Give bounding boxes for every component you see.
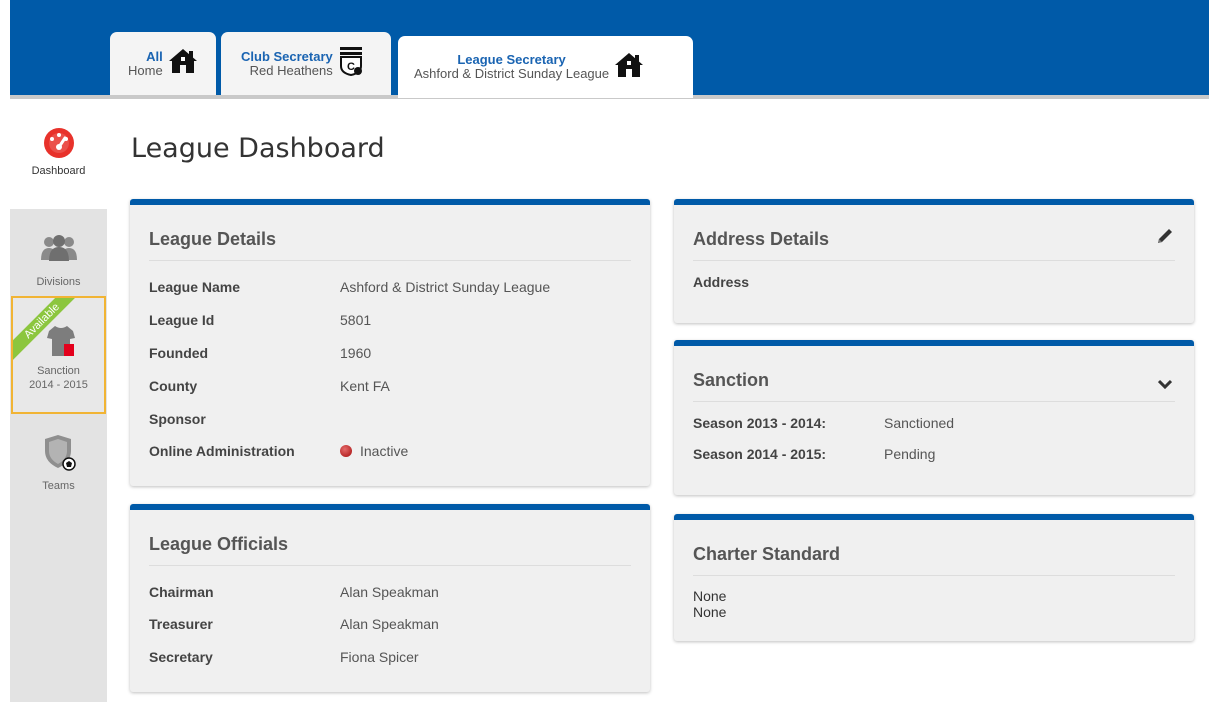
panel-title: Address Details xyxy=(693,229,830,249)
divider xyxy=(149,565,631,566)
tab-all-line2: Home xyxy=(128,62,163,78)
detail-row: Online Administration Inactive xyxy=(149,443,408,459)
tab-club-line1: Club Secretary xyxy=(241,48,333,64)
official-role: Treasurer xyxy=(149,616,213,632)
sanction-panel: Sanction Season 2013 - 2014: Sanctioned … xyxy=(674,340,1194,495)
sanction-status: Sanctioned xyxy=(884,415,955,431)
address-row: Address xyxy=(693,274,884,290)
sidebar: Dashboard Divisions Available Sanction 2… xyxy=(10,99,107,702)
detail-key: League Name xyxy=(149,279,241,295)
charter-value: None xyxy=(693,604,727,620)
inactive-status-dot-icon xyxy=(340,445,352,457)
panel-title: Sanction xyxy=(693,370,770,390)
panel-title: Charter Standard xyxy=(693,544,841,564)
sidebar-item-sanction[interactable]: Available Sanction 2014 - 2015 xyxy=(11,296,106,414)
tab-all-line1: All xyxy=(146,48,163,64)
divider xyxy=(693,260,1175,261)
sanction-label-line1: Sanction xyxy=(37,365,80,377)
sidebar-item-teams[interactable]: Teams xyxy=(10,434,107,504)
tab-club-text: Club Secretary Red Heathens xyxy=(241,48,333,78)
tab-league-secretary[interactable]: League Secretary Ashford & District Sund… xyxy=(398,36,693,98)
sidebar-item-label: Sanction 2014 - 2015 xyxy=(13,364,104,392)
sanction-status: Pending xyxy=(884,446,936,462)
official-name: Alan Speakman xyxy=(340,584,439,600)
official-name: Fiona Spicer xyxy=(340,649,419,665)
detail-key: County xyxy=(149,378,198,394)
tab-league-line1: League Secretary xyxy=(457,52,566,67)
svg-text:C: C xyxy=(347,61,355,73)
charter-value: None xyxy=(693,588,727,604)
panel-title: League Details xyxy=(149,229,277,249)
edit-pencil-icon[interactable] xyxy=(1156,227,1174,250)
sanction-row: Season 2014 - 2015: Pending xyxy=(693,446,935,462)
detail-row: County Kent FA xyxy=(149,378,390,394)
divider xyxy=(693,575,1175,576)
detail-key: Founded xyxy=(149,345,209,361)
online-admin-status: Inactive xyxy=(340,443,408,459)
detail-row: League Name Ashford & District Sunday Le… xyxy=(149,279,550,295)
league-officials-panel: League Officials Chairman Alan Speakman … xyxy=(130,504,650,692)
dashboard-gauge-icon xyxy=(44,128,74,158)
divider xyxy=(693,401,1175,402)
divider xyxy=(149,260,631,261)
detail-row: League Id 5801 xyxy=(149,312,371,328)
sanction-row: Season 2013 - 2014: Sanctioned xyxy=(693,415,954,431)
detail-key: Online Administration xyxy=(149,443,295,459)
sidebar-item-dashboard[interactable]: Dashboard xyxy=(10,99,107,209)
official-role: Secretary xyxy=(149,649,213,665)
official-row: Chairman Alan Speakman xyxy=(149,584,439,600)
address-details-panel: Address Details Address xyxy=(674,199,1194,323)
sidebar-item-label: Divisions xyxy=(36,276,81,288)
detail-row: Sponsor xyxy=(149,411,340,427)
season-label: Season 2014 - 2015: xyxy=(693,446,827,462)
tab-club-secretary[interactable]: Club Secretary Red Heathens C xyxy=(221,32,391,95)
league-details-panel: League Details League Name Ashford & Dis… xyxy=(130,199,650,486)
official-name: Alan Speakman xyxy=(340,616,439,632)
official-row: Treasurer Alan Speakman xyxy=(149,616,439,632)
shield-ball-icon xyxy=(45,435,76,471)
address-label: Address xyxy=(693,274,750,290)
season-label: Season 2013 - 2014: xyxy=(693,415,827,431)
detail-key: League Id xyxy=(149,312,215,328)
charter-values: None None xyxy=(693,588,726,620)
detail-key: Sponsor xyxy=(149,411,206,427)
sidebar-item-label: Dashboard xyxy=(31,165,86,177)
top-bar: All Home Club Secretary Red Heathens C L… xyxy=(0,0,1209,99)
detail-value: Ashford & District Sunday League xyxy=(340,279,551,295)
shirt-red-card-icon xyxy=(47,326,75,356)
sanction-label-line2: 2014 - 2015 xyxy=(29,379,88,391)
house-icon xyxy=(168,48,198,79)
page-title: League Dashboard xyxy=(131,133,385,164)
tab-club-line2: Red Heathens xyxy=(249,62,333,78)
club-shield-icon: C xyxy=(339,46,363,81)
chevron-down-icon[interactable] xyxy=(1157,376,1173,394)
tab-all-text: All Home xyxy=(128,48,163,78)
detail-row: Founded 1960 xyxy=(149,345,371,361)
charter-standard-panel: Charter Standard None None xyxy=(674,514,1194,641)
status-text: Inactive xyxy=(360,443,409,459)
tab-all-home[interactable]: All Home xyxy=(110,32,216,95)
house-icon xyxy=(614,52,644,83)
detail-value: Kent FA xyxy=(340,378,390,394)
official-row: Secretary Fiona Spicer xyxy=(149,649,419,665)
people-group-icon xyxy=(41,235,77,261)
detail-value: 1960 xyxy=(340,345,372,361)
sidebar-item-label: Teams xyxy=(42,480,75,492)
tab-league-line2: Ashford & District Sunday League xyxy=(414,66,610,81)
sidebar-item-divisions[interactable]: Divisions xyxy=(10,211,107,301)
detail-value: 5801 xyxy=(340,312,372,328)
official-role: Chairman xyxy=(149,584,214,600)
tab-league-text: League Secretary Ashford & District Sund… xyxy=(414,53,609,81)
panel-title: League Officials xyxy=(149,534,289,554)
